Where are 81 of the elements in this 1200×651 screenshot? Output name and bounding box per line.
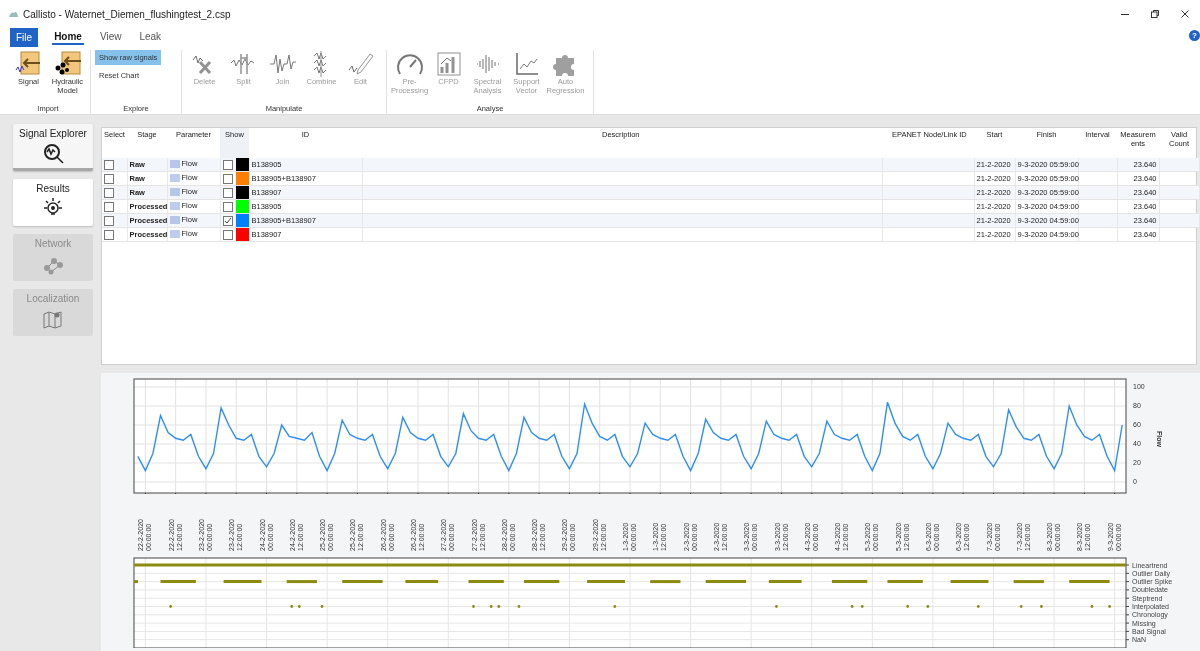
- file-menu-button[interactable]: File: [10, 28, 39, 47]
- flag-segment: [468, 580, 504, 584]
- flag-segment: [134, 580, 138, 584]
- flag-dot: [169, 605, 172, 608]
- flag-dot: [472, 605, 475, 608]
- color-swatch[interactable]: [235, 200, 249, 213]
- checkbox[interactable]: [222, 159, 233, 170]
- close-icon: [1180, 9, 1190, 19]
- nav-label: Network: [34, 238, 72, 249]
- flag-dot: [1019, 605, 1023, 608]
- flag-dot: [1090, 605, 1094, 608]
- flag-dot: [489, 605, 493, 608]
- flag-segment: [705, 580, 747, 584]
- flag-segment: [831, 580, 868, 584]
- checkbox[interactable]: [222, 229, 233, 240]
- checkbox[interactable]: [104, 173, 114, 184]
- close-button[interactable]: [1180, 9, 1190, 19]
- flag-segment: [223, 580, 262, 584]
- checkbox[interactable]: [222, 215, 233, 226]
- flag-segment: [286, 580, 317, 584]
- flag-segment: [768, 580, 802, 584]
- flag-dot: [775, 605, 778, 608]
- flag-dot: [517, 605, 521, 608]
- checkbox[interactable]: [222, 201, 233, 212]
- lines-icon: [169, 229, 180, 238]
- color-swatch[interactable]: [235, 172, 249, 185]
- flag-dot: [1040, 605, 1043, 608]
- box-arrow-icon: [14, 50, 43, 78]
- color-swatch[interactable]: [235, 186, 249, 199]
- restore-icon: [1150, 9, 1160, 19]
- lines-icon: [169, 201, 180, 210]
- lines-icon: [169, 159, 180, 168]
- color-swatch[interactable]: [235, 214, 249, 227]
- checkbox[interactable]: [104, 187, 114, 198]
- color-swatch[interactable]: [235, 158, 249, 171]
- flag-segment: [1013, 580, 1044, 584]
- flag-dot: [906, 605, 910, 608]
- flag-segment: [587, 580, 625, 584]
- nav-label: Results: [36, 183, 70, 194]
- ribbon-tab[interactable]: Leak: [137, 30, 164, 45]
- flag-segment: [405, 580, 439, 584]
- flag-dot: [613, 605, 617, 608]
- flag-segment: [1069, 580, 1110, 584]
- lines-icon: [169, 173, 180, 182]
- checkbox[interactable]: [104, 215, 114, 226]
- checkbox[interactable]: [222, 173, 233, 184]
- help-button[interactable]: ?: [1189, 30, 1200, 41]
- lines-icon: [169, 187, 180, 196]
- flag-dot: [497, 605, 501, 608]
- flag-segment: [887, 580, 923, 584]
- flag-segment: [950, 580, 989, 584]
- flag-segment: [342, 580, 383, 584]
- checkbox[interactable]: [104, 229, 114, 240]
- flag-segment: [160, 580, 196, 584]
- nav-label: Localization: [26, 293, 80, 304]
- flag-dot: [860, 605, 864, 608]
- box-nodes-icon: [53, 50, 82, 78]
- checkbox[interactable]: [222, 187, 233, 198]
- flag-dot: [926, 605, 930, 608]
- flag-dot: [320, 605, 324, 608]
- checkbox[interactable]: [104, 159, 114, 170]
- nav-item[interactable]: Signal Explorer: [13, 124, 93, 171]
- nav-label: Signal Explorer: [19, 128, 87, 139]
- flag-dot: [290, 605, 294, 608]
- flag-dot: [850, 605, 854, 608]
- color-swatch[interactable]: [235, 228, 249, 241]
- bar-chart-icon: [434, 50, 463, 78]
- lines-icon: [169, 215, 180, 224]
- app-logo-icon: [8, 9, 19, 19]
- restore-button[interactable]: [1150, 9, 1160, 19]
- ribbon-tab[interactable]: View: [97, 30, 124, 45]
- nav-item[interactable]: Results: [13, 179, 93, 226]
- flag-dot: [1108, 605, 1111, 608]
- flag-segment: [650, 580, 681, 584]
- ribbon-tab[interactable]: Home: [52, 30, 84, 45]
- flag-dot: [297, 605, 301, 608]
- checkbox[interactable]: [104, 201, 114, 212]
- flag-segment: [524, 580, 560, 584]
- window-title: Callisto - Waternet_Diemen_flushingtest_2.csp: [23, 8, 232, 20]
- signal-magnifier-icon: [41, 142, 65, 166]
- flag-dot: [976, 605, 980, 608]
